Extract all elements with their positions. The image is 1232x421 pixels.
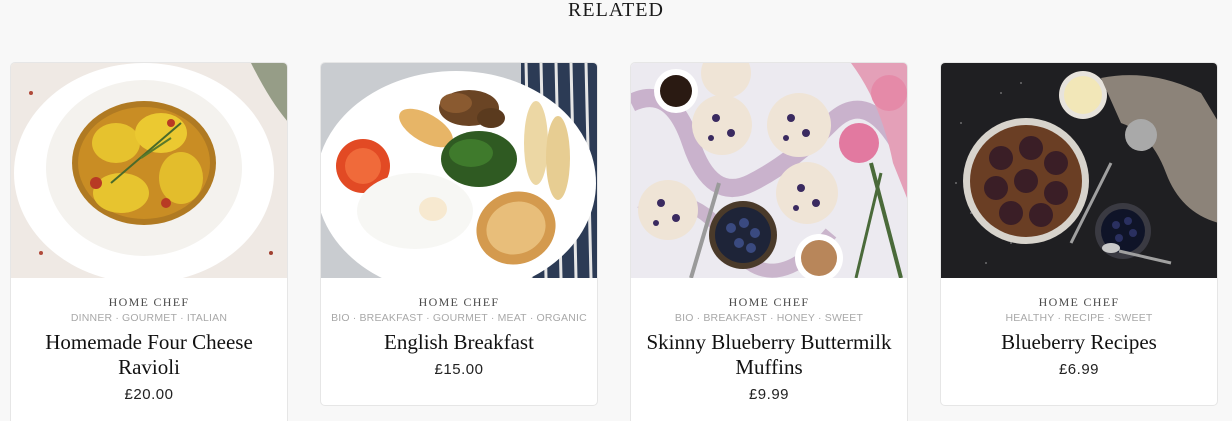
product-card-ravioli[interactable]: HOME CHEF DINNER · GOURMET · ITALIAN Homemad…	[10, 62, 288, 421]
tag-separator: ·	[1107, 312, 1112, 324]
product-image-blueberry-muffins[interactable]	[631, 63, 907, 278]
related-section: RELATED HOME CHEF DINNER · GOURMET · ITA…	[0, 0, 1232, 421]
product-card-blueberry-recipes[interactable]: HOME CHEF HEALTHY · RECIPE · SWEET Blueberry…	[940, 62, 1218, 406]
product-card-english-breakfast[interactable]: HOME CHEF BIO · BREAKFAST · GOURMET · MEAT · ORG…	[320, 62, 598, 406]
card-title[interactable]: Homemade Four Cheese Ravioli	[24, 330, 274, 380]
card-body: HOME CHEF DINNER · GOURMET · ITALIAN Homemad…	[11, 278, 287, 403]
card-author[interactable]: HOME CHEF	[631, 295, 907, 309]
tag-link[interactable]: BREAKFAST	[359, 312, 423, 324]
tag-separator: ·	[769, 312, 774, 324]
tag-link[interactable]: ITALIAN	[187, 312, 227, 324]
tag-link[interactable]: MEAT	[498, 312, 527, 324]
tag-separator: ·	[115, 312, 120, 324]
card-author[interactable]: HOME CHEF	[941, 295, 1217, 309]
tag-separator: ·	[818, 312, 822, 324]
product-card-blueberry-muffins[interactable]: HOME CHEF BIO · BREAKFAST · HONEY · SWEET Skin…	[630, 62, 908, 421]
tag-link[interactable]: RECIPE	[1064, 312, 1104, 324]
tag-separator: ·	[426, 312, 430, 324]
card-tags: DINNER · GOURMET · ITALIAN	[11, 312, 287, 325]
tag-link[interactable]: SWEET	[825, 312, 863, 324]
card-author[interactable]: HOME CHEF	[321, 295, 597, 309]
product-image-blueberry-recipes[interactable]	[941, 63, 1217, 278]
tag-link[interactable]: HONEY	[777, 312, 815, 324]
tag-link[interactable]: BREAKFAST	[703, 312, 767, 324]
tag-separator: ·	[696, 312, 701, 324]
tag-link[interactable]: GOURMET	[122, 312, 177, 324]
card-body: HOME CHEF BIO · BREAKFAST · GOURMET · MEAT · ORG…	[321, 278, 597, 378]
tag-link[interactable]: ORGANIC	[537, 312, 587, 324]
tag-separator: ·	[180, 312, 184, 324]
card-price: £20.00	[124, 386, 174, 403]
card-title[interactable]: Skinny Blueberry Buttermilk Muffins	[644, 330, 894, 380]
card-title[interactable]: English Breakfast	[334, 330, 584, 355]
card-tags: BIO · BREAKFAST · HONEY · SWEET	[631, 312, 907, 325]
tag-separator: ·	[352, 312, 357, 324]
tag-separator: ·	[1057, 312, 1062, 324]
card-author[interactable]: HOME CHEF	[11, 295, 287, 309]
card-price: £9.99	[748, 386, 790, 403]
card-body: HOME CHEF HEALTHY · RECIPE · SWEET Blueberry…	[941, 278, 1217, 378]
tag-link[interactable]: GOURMET	[433, 312, 488, 324]
tag-link[interactable]: HEALTHY	[1005, 312, 1054, 324]
card-tags: HEALTHY · RECIPE · SWEET	[941, 312, 1217, 325]
tag-link[interactable]: DINNER	[71, 312, 112, 324]
tag-link[interactable]: BIO	[331, 312, 350, 324]
section-title: RELATED	[568, 0, 664, 21]
product-image-ravioli[interactable]	[11, 63, 287, 278]
card-body: HOME CHEF BIO · BREAKFAST · HONEY · SWEET Skin…	[631, 278, 907, 403]
product-image-english-breakfast[interactable]	[321, 63, 597, 278]
tag-link[interactable]: BIO	[675, 312, 694, 324]
card-price: £15.00	[434, 361, 484, 378]
tag-separator: ·	[529, 312, 534, 324]
card-price: £6.99	[1058, 361, 1100, 378]
tag-link[interactable]: SWEET	[1114, 312, 1152, 324]
card-title[interactable]: Blueberry Recipes	[954, 330, 1204, 355]
card-tags: BIO · BREAKFAST · GOURMET · MEAT · ORGANIC	[321, 312, 597, 325]
tag-separator: ·	[490, 312, 495, 324]
